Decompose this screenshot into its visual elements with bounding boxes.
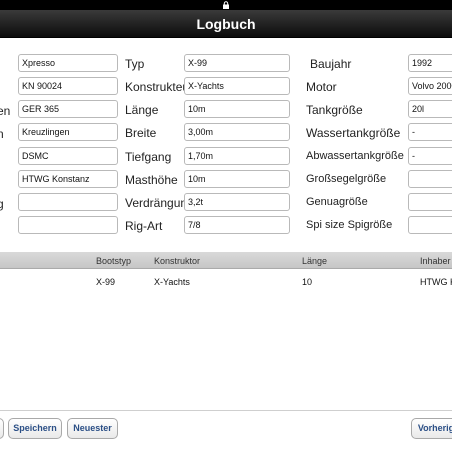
type-field[interactable]: X-99 bbox=[184, 54, 290, 72]
cell-designer: X-Yachts bbox=[154, 277, 190, 287]
cell-boat-type: X-99 bbox=[96, 277, 116, 287]
registration-field[interactable]: KN 90024 bbox=[18, 77, 118, 95]
mainsail-size-label: Großsegelgröße bbox=[306, 173, 387, 185]
build-year-field[interactable]: 1992 bbox=[408, 54, 452, 72]
navigation-bar: Logbuch bbox=[0, 10, 452, 38]
beam-label: Breite bbox=[125, 126, 157, 140]
cell-length: 10 bbox=[302, 277, 313, 287]
water-tank-field[interactable]: - bbox=[408, 123, 452, 141]
status-bar bbox=[0, 0, 452, 10]
lock-icon bbox=[223, 1, 229, 9]
club-field[interactable]: DSMC bbox=[18, 147, 118, 165]
field-label: n bbox=[0, 127, 4, 141]
save-button[interactable]: Speichern bbox=[8, 418, 62, 439]
mainsail-size-field[interactable] bbox=[408, 170, 452, 188]
water-tank-label: Wassertankgröße bbox=[306, 126, 401, 140]
waste-tank-label: Abwassertankgröße bbox=[306, 150, 404, 162]
boat-name-field[interactable]: Xpresso bbox=[18, 54, 118, 72]
mast-height-field[interactable]: 10m bbox=[184, 170, 290, 188]
designer-field[interactable]: X-Yachts bbox=[184, 77, 290, 95]
tank-size-field[interactable]: 20l bbox=[408, 100, 452, 118]
draft-field[interactable]: 1,70m bbox=[184, 147, 290, 165]
tank-size-label: Tankgröße bbox=[306, 103, 363, 117]
waste-tank-field[interactable]: - bbox=[408, 147, 452, 165]
column-header-designer[interactable]: Konstruktor bbox=[154, 256, 200, 266]
home-port-field[interactable]: Kreuzlingen bbox=[18, 123, 118, 141]
type-label: Typ bbox=[125, 57, 145, 71]
newest-button[interactable]: Neuester bbox=[67, 418, 118, 439]
cell-owner: HTWG K bbox=[420, 277, 452, 287]
length-field[interactable]: 10m bbox=[184, 100, 290, 118]
previous-button[interactable]: Vorherig bbox=[411, 418, 452, 439]
genoa-size-label: Genuagröße bbox=[306, 196, 368, 208]
rig-type-label: Rig-Art bbox=[125, 219, 163, 233]
form-field[interactable] bbox=[18, 193, 118, 211]
rig-type-field[interactable]: 7/8 bbox=[184, 216, 290, 234]
mast-height-label: Masthöhe bbox=[125, 173, 178, 187]
spinnaker-size-field[interactable] bbox=[408, 216, 452, 234]
form-field[interactable] bbox=[18, 216, 118, 234]
spinnaker-size-label: Spi size Spigröße bbox=[306, 219, 393, 231]
beam-field[interactable]: 3,00m bbox=[184, 123, 290, 141]
column-header-length[interactable]: Länge bbox=[302, 256, 327, 266]
length-label: Länge bbox=[125, 103, 159, 117]
field-label: g bbox=[0, 197, 4, 211]
page-title: Logbuch bbox=[196, 16, 256, 32]
cutoff-button[interactable] bbox=[0, 418, 4, 439]
draft-label: Tiefgang bbox=[125, 150, 172, 164]
column-header-boat-type[interactable]: Bootstyp bbox=[96, 256, 131, 266]
owner-field[interactable]: HTWG Konstanz bbox=[18, 170, 118, 188]
column-header-owner[interactable]: Inhaber bbox=[420, 256, 451, 266]
sail-number-field[interactable]: GER 365 bbox=[18, 100, 118, 118]
engine-label: Motor bbox=[306, 80, 337, 94]
build-year-label: Baujahr bbox=[310, 57, 352, 71]
displacement-field[interactable]: 3,2t bbox=[184, 193, 290, 211]
designer-label: Konstrukteur bbox=[125, 80, 194, 94]
engine-field[interactable]: Volvo 2000 bbox=[408, 77, 452, 95]
boat-details-form: en n g Xpresso KN 90024 GER 365 Kreuzlin… bbox=[0, 38, 452, 250]
field-label: en bbox=[0, 104, 11, 118]
table-row[interactable]: X-99 X-Yachts 10 HTWG K bbox=[0, 270, 452, 292]
bottom-toolbar: Speichern Neuester Vorherig bbox=[0, 410, 452, 452]
table-header: Bootstyp Konstruktor Länge Inhaber bbox=[0, 252, 452, 269]
genoa-size-field[interactable] bbox=[408, 193, 452, 211]
